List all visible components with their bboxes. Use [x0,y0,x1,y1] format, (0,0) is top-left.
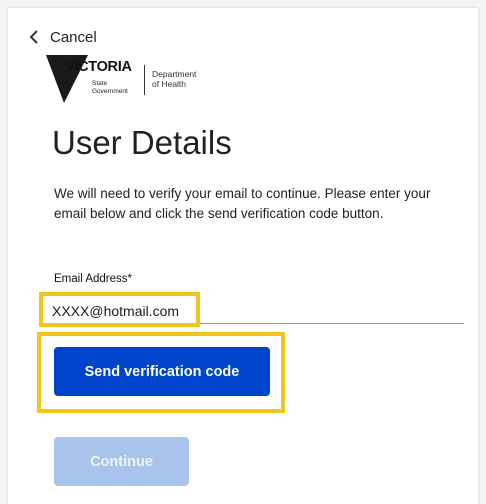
send-verification-code-button[interactable]: Send verification code [54,347,270,396]
cancel-label: Cancel [50,28,97,46]
continue-button[interactable]: Continue [54,437,189,486]
email-label: Email Address* [54,273,132,285]
logo-divider [144,65,145,95]
logo-department-line1: Department [152,69,197,79]
logo-wordmark: VICTORIA [65,59,132,75]
email-field[interactable] [42,298,464,324]
page-title: User Details [52,124,232,161]
logo-subtitle-government: Government [92,88,128,95]
instructions-text: We will need to verify your email to con… [54,186,431,221]
cancel-link[interactable]: Cancel [28,26,97,48]
form-card: Cancel VICTORIA State Government Departm… [8,8,478,504]
logo-subtitle-state: State [92,80,108,87]
logo-department-line2: of Health [152,79,187,89]
victoria-government-logo: VICTORIA State Government Department of … [46,53,226,105]
chevron-left-icon [29,30,38,44]
